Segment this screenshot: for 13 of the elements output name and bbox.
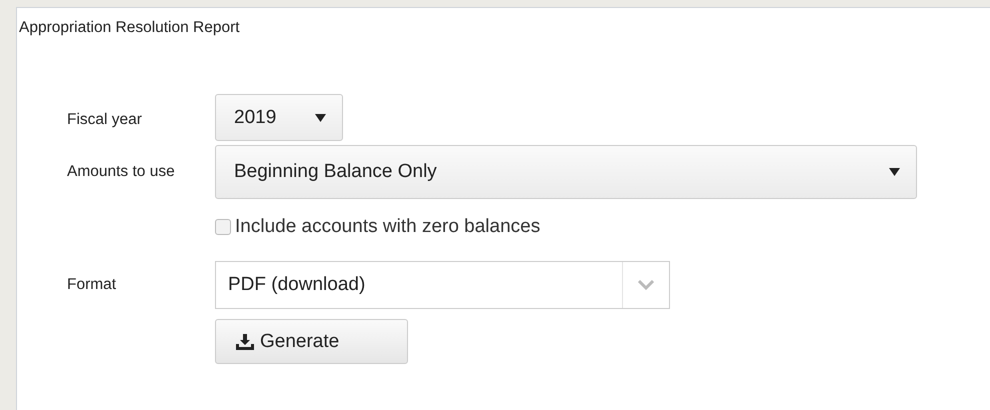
field-label: Fiscal year xyxy=(67,110,142,128)
dropdown[interactable]: Beginning Balance Only xyxy=(215,145,917,199)
chevron-down-icon xyxy=(638,280,654,290)
panel-title: Appropriation Resolution Report xyxy=(18,18,241,38)
field-label: Format xyxy=(67,276,116,293)
generate-button[interactable]: Generate xyxy=(215,319,408,364)
download-icon xyxy=(236,334,254,350)
dropdown[interactable]: 2019 xyxy=(215,94,343,141)
field-label: Amounts to use xyxy=(67,163,175,180)
dropdown[interactable]: PDF (download) xyxy=(215,261,670,309)
checkbox-option[interactable]: Include accounts with zero balances xyxy=(215,209,990,245)
caret-icon xyxy=(315,114,326,122)
caret-icon xyxy=(889,168,900,176)
